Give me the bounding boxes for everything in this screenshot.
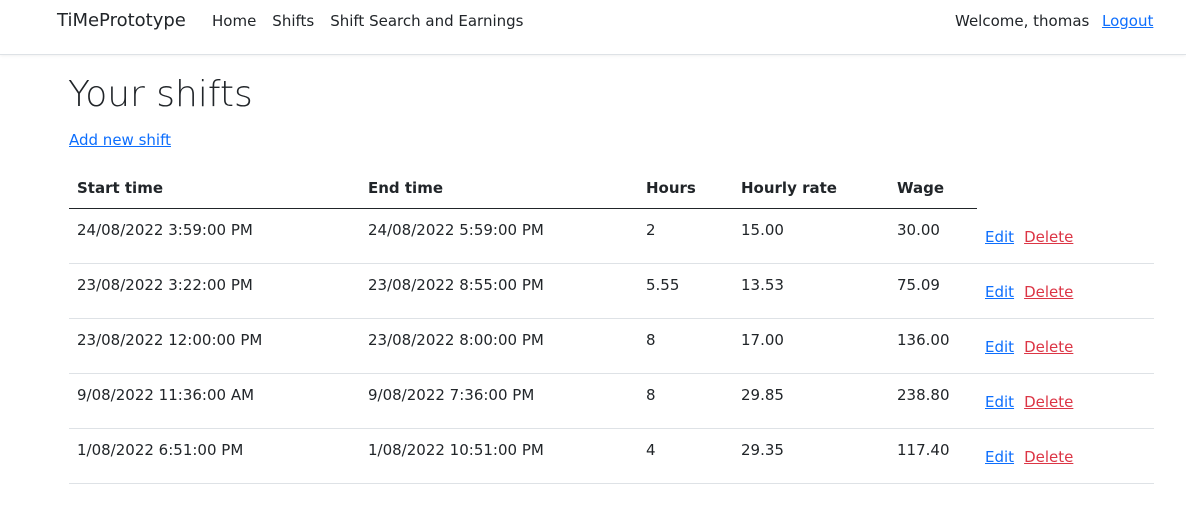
welcome-text: Welcome, thomas [955, 12, 1090, 30]
header-end-time: End time [360, 168, 638, 209]
delete-link[interactable]: Delete [1024, 393, 1073, 411]
cell-end-time: 1/08/2022 10:51:00 PM [360, 428, 638, 484]
hours-value: 2 [646, 221, 656, 239]
end-time-value: 24/08/2022 5:59:00 PM [368, 221, 544, 239]
wage-value: 238.80 [897, 386, 950, 404]
end-time-value: 23/08/2022 8:55:00 PM [368, 276, 544, 294]
hourly-rate-value: 17.00 [741, 331, 784, 349]
table-row: 23/08/2022 12:00:00 PM 23/08/2022 8:00:0… [69, 318, 1154, 374]
wage-value: 75.09 [897, 276, 940, 294]
wage-value: 117.40 [897, 441, 950, 459]
cell-actions: Edit Delete [977, 373, 1154, 429]
cell-hours: 8 [638, 373, 733, 429]
cell-start-time: 9/08/2022 11:36:00 AM [69, 373, 360, 429]
delete-link[interactable]: Delete [1024, 448, 1073, 466]
hourly-rate-value: 29.85 [741, 386, 784, 404]
brand-link[interactable]: TiMePrototype [57, 10, 186, 31]
hourly-rate-value: 13.53 [741, 276, 784, 294]
end-time-value: 1/08/2022 10:51:00 PM [368, 441, 544, 459]
hours-value: 8 [646, 386, 656, 404]
cell-wage: 238.80 [889, 373, 977, 429]
cell-actions: Edit Delete [977, 263, 1154, 319]
wage-value: 30.00 [897, 221, 940, 239]
edit-link[interactable]: Edit [985, 448, 1014, 466]
end-time-value: 23/08/2022 8:00:00 PM [368, 331, 544, 349]
header-actions [977, 168, 1154, 209]
start-time-value: 24/08/2022 3:59:00 PM [77, 221, 253, 239]
table-row: 1/08/2022 6:51:00 PM 1/08/2022 10:51:00 … [69, 428, 1154, 484]
start-time-value: 1/08/2022 6:51:00 PM [77, 441, 244, 459]
shifts-table: Start time End time Hours Hourly rate Wa… [69, 168, 1154, 484]
cell-actions: Edit Delete [977, 318, 1154, 374]
cell-start-time: 1/08/2022 6:51:00 PM [69, 428, 360, 484]
nav-links: Home Shifts Shift Search and Earnings [212, 12, 523, 30]
top-navbar: TiMePrototype Home Shifts Shift Search a… [0, 0, 1186, 55]
edit-link[interactable]: Edit [985, 393, 1014, 411]
table-row: 9/08/2022 11:36:00 AM 9/08/2022 7:36:00 … [69, 373, 1154, 429]
delete-link[interactable]: Delete [1024, 338, 1073, 356]
wage-value: 136.00 [897, 331, 950, 349]
cell-hourly-rate: 29.35 [733, 428, 889, 484]
cell-hours: 2 [638, 208, 733, 264]
cell-hours: 8 [638, 318, 733, 374]
nav-shift-search-link[interactable]: Shift Search and Earnings [330, 12, 523, 30]
header-wage: Wage [889, 168, 977, 209]
hourly-rate-value: 29.35 [741, 441, 784, 459]
hours-value: 5.55 [646, 276, 680, 294]
header-start-time: Start time [69, 168, 360, 209]
cell-actions: Edit Delete [977, 428, 1154, 484]
cell-hours: 4 [638, 428, 733, 484]
edit-link[interactable]: Edit [985, 283, 1014, 301]
cell-start-time: 24/08/2022 3:59:00 PM [69, 208, 360, 264]
delete-link[interactable]: Delete [1024, 283, 1073, 301]
cell-start-time: 23/08/2022 3:22:00 PM [69, 263, 360, 319]
header-hourly-rate: Hourly rate [733, 168, 889, 209]
delete-link[interactable]: Delete [1024, 228, 1073, 246]
table-header-row: Start time End time Hours Hourly rate Wa… [69, 168, 1154, 209]
hours-value: 8 [646, 331, 656, 349]
cell-end-time: 24/08/2022 5:59:00 PM [360, 208, 638, 264]
edit-link[interactable]: Edit [985, 338, 1014, 356]
cell-end-time: 23/08/2022 8:55:00 PM [360, 263, 638, 319]
cell-start-time: 23/08/2022 12:00:00 PM [69, 318, 360, 374]
cell-hours: 5.55 [638, 263, 733, 319]
cell-hourly-rate: 29.85 [733, 373, 889, 429]
hours-value: 4 [646, 441, 656, 459]
start-time-value: 23/08/2022 12:00:00 PM [77, 331, 263, 349]
start-time-value: 9/08/2022 11:36:00 AM [77, 386, 255, 404]
edit-link[interactable]: Edit [985, 228, 1014, 246]
page-title: Your shifts [68, 74, 253, 115]
cell-wage: 117.40 [889, 428, 977, 484]
cell-wage: 30.00 [889, 208, 977, 264]
cell-actions: Edit Delete [977, 208, 1154, 264]
cell-hourly-rate: 17.00 [733, 318, 889, 374]
cell-wage: 75.09 [889, 263, 977, 319]
table-row: 24/08/2022 3:59:00 PM 24/08/2022 5:59:00… [69, 208, 1154, 264]
table-row: 23/08/2022 3:22:00 PM 23/08/2022 8:55:00… [69, 263, 1154, 319]
nav-home-link[interactable]: Home [212, 12, 256, 30]
end-time-value: 9/08/2022 7:36:00 PM [368, 386, 535, 404]
cell-hourly-rate: 13.53 [733, 263, 889, 319]
cell-wage: 136.00 [889, 318, 977, 374]
header-hours: Hours [638, 168, 733, 209]
cell-end-time: 23/08/2022 8:00:00 PM [360, 318, 638, 374]
logout-link[interactable]: Logout [1102, 12, 1153, 30]
cell-end-time: 9/08/2022 7:36:00 PM [360, 373, 638, 429]
nav-shifts-link[interactable]: Shifts [272, 12, 314, 30]
start-time-value: 23/08/2022 3:22:00 PM [77, 276, 253, 294]
cell-hourly-rate: 15.00 [733, 208, 889, 264]
add-new-shift-link[interactable]: Add new shift [69, 131, 171, 149]
hourly-rate-value: 15.00 [741, 221, 784, 239]
